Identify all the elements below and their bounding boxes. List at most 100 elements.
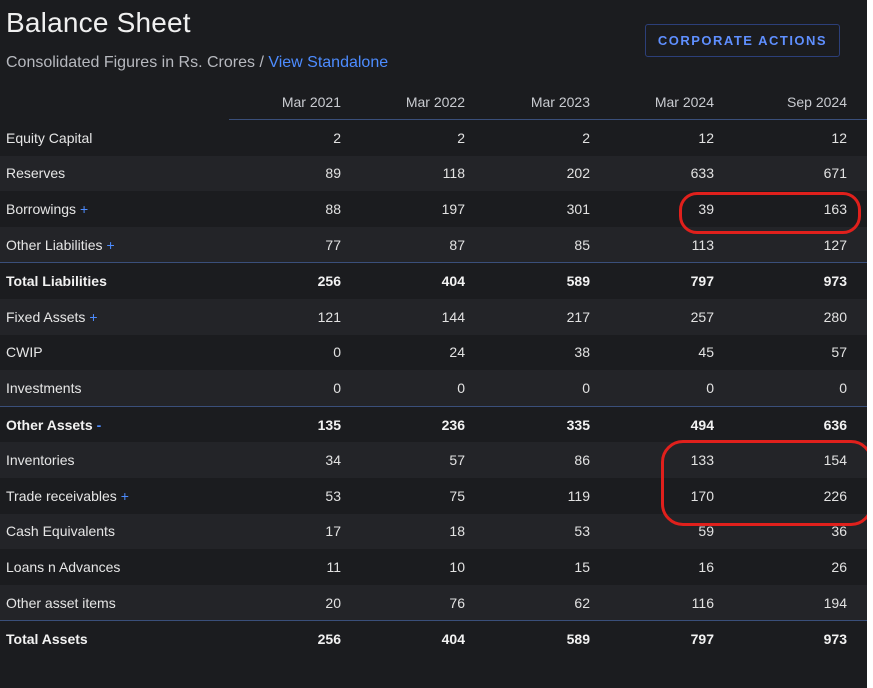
expand-toggle[interactable]: + — [89, 309, 97, 325]
corporate-actions-button[interactable]: CORPORATE ACTIONS — [645, 24, 840, 57]
table-cell: 0 — [610, 370, 734, 407]
table-cell: 53 — [485, 513, 610, 550]
table-cell: 121 — [229, 298, 361, 335]
table-cell: 0 — [229, 370, 361, 407]
table-cell: 633 — [610, 155, 734, 192]
row-label: Trade receivables — [6, 487, 117, 504]
table-row: Equity Capital 2 2 2 12 12 — [0, 120, 867, 156]
row-label-cell[interactable]: Other Assets - — [0, 405, 229, 443]
table-row: Other Liabilities +77 87 85 113 127 — [0, 226, 867, 263]
row-label-cell: Investments — [0, 370, 229, 407]
view-standalone-link[interactable]: View Standalone — [268, 54, 388, 71]
row-label-cell[interactable]: Fixed Assets + — [0, 298, 229, 335]
table-cell: 34 — [229, 442, 361, 478]
table-cell: 118 — [361, 155, 485, 192]
expand-toggle[interactable]: + — [121, 488, 129, 504]
table-cell: 170 — [690, 487, 714, 504]
table-row: Total Assets 256 404 589 797 973 — [0, 620, 867, 657]
row-label-cell: Total Liabilities — [0, 262, 229, 299]
table-cell: 217 — [485, 298, 610, 335]
table-cell: 45 — [698, 344, 714, 361]
table-cell: 256 — [229, 262, 361, 299]
table-cell: 0 — [361, 370, 485, 407]
table-cell: 494 — [610, 405, 734, 443]
table-cell: 0 — [333, 344, 341, 361]
table-cell: 119 — [567, 487, 590, 504]
table-cell: 404 — [361, 620, 485, 657]
table-cell: 36 — [734, 513, 867, 550]
row-label-cell[interactable]: Other Liabilities + — [0, 226, 229, 263]
table-cell: 15 — [574, 558, 590, 575]
row-label: Total Assets — [6, 631, 88, 648]
table-cell: 12 — [831, 129, 847, 146]
row-label: Loans n Advances — [6, 558, 121, 575]
table-cell: 86 — [485, 442, 610, 478]
column-header: Sep 2024 — [734, 84, 867, 120]
table-cell: 226 — [823, 487, 847, 504]
table-cell: 154 — [734, 442, 867, 478]
table-row: Other asset items 20 76 62 116 194 — [0, 584, 867, 621]
table-cell: 11 — [326, 558, 341, 575]
table-cell: 194 — [734, 584, 867, 621]
row-label-cell: Inventories — [0, 442, 229, 478]
table-cell: 335 — [485, 405, 610, 443]
table-cell: 144 — [361, 298, 485, 335]
subtitle: Consolidated Figures in Rs. Crores / Vie… — [6, 54, 388, 72]
table-cell: 197 — [441, 200, 465, 217]
table-cell: 20 — [229, 584, 361, 621]
table-cell: 257 — [610, 298, 734, 335]
table-cell: 973 — [734, 262, 867, 299]
row-label: Other Liabilities — [6, 236, 103, 253]
table-cell: 24 — [449, 344, 465, 361]
table-cell: 133 — [610, 442, 734, 478]
table-cell: 797 — [610, 620, 734, 657]
table-cell: 280 — [734, 298, 867, 335]
table-cell: 256 — [229, 620, 361, 657]
subtitle-text: Consolidated Figures in Rs. Crores / — [6, 54, 269, 71]
table-cell: 0 — [485, 370, 610, 407]
column-header: Mar 2021 — [229, 84, 361, 120]
table-cell: 797 — [610, 262, 734, 299]
table-cell: 26 — [831, 558, 847, 575]
expand-toggle[interactable]: + — [80, 201, 88, 217]
table-header-row: Mar 2021 Mar 2022 Mar 2023 Mar 2024 Sep … — [0, 84, 867, 120]
row-label-cell[interactable]: Borrowings + — [0, 191, 229, 227]
table-cell: 59 — [610, 513, 734, 550]
balance-sheet-panel: Balance Sheet Consolidated Figures in Rs… — [0, 0, 873, 688]
balance-sheet-table: Mar 2021 Mar 2022 Mar 2023 Mar 2024 Sep … — [0, 84, 867, 657]
column-header: Mar 2023 — [485, 84, 610, 120]
table-cell: 589 — [485, 262, 610, 299]
table-cell: 77 — [229, 226, 361, 263]
row-label-cell: Loans n Advances — [0, 549, 229, 585]
table-cell: 85 — [485, 226, 610, 263]
row-label: Equity Capital — [6, 129, 93, 146]
table-cell: 10 — [449, 558, 465, 575]
table-cell: 236 — [361, 405, 485, 443]
row-label-cell: Reserves — [0, 155, 229, 192]
table-row: Reserves 89 118 202 633 671 — [0, 155, 867, 192]
collapse-toggle[interactable]: - — [97, 417, 102, 433]
table-cell: 18 — [361, 513, 485, 550]
table-row: CWIP 0 24 38 45 57 — [0, 335, 867, 371]
row-label: Fixed Assets — [6, 308, 86, 325]
row-label-cell: CWIP — [0, 335, 229, 371]
table-cell: 12 — [698, 129, 714, 146]
table-cell: 53 — [325, 487, 341, 504]
table-row: Inventories 34 57 86 133 154 — [0, 442, 867, 478]
table-row: Investments 0 0 0 0 0 — [0, 370, 867, 407]
table-cell: 88 — [325, 200, 341, 217]
column-header: Mar 2024 — [610, 84, 734, 120]
table-cell: 636 — [734, 405, 867, 443]
row-label-cell[interactable]: Trade receivables + — [0, 478, 229, 514]
column-header-blank — [0, 84, 229, 120]
table-cell: 57 — [831, 344, 847, 361]
expand-toggle[interactable]: + — [107, 237, 115, 253]
row-label: Borrowings — [6, 200, 77, 217]
table-row: Total Liabilities 256 404 589 797 973 — [0, 262, 867, 299]
table-cell: 89 — [229, 155, 361, 192]
table-cell: 2 — [457, 129, 465, 146]
table-row: Loans n Advances 11 10 15 16 26 — [0, 549, 867, 585]
table-row: Fixed Assets +121 144 217 257 280 — [0, 298, 867, 335]
window-edge — [867, 0, 873, 688]
row-label: Reserves — [6, 165, 66, 182]
